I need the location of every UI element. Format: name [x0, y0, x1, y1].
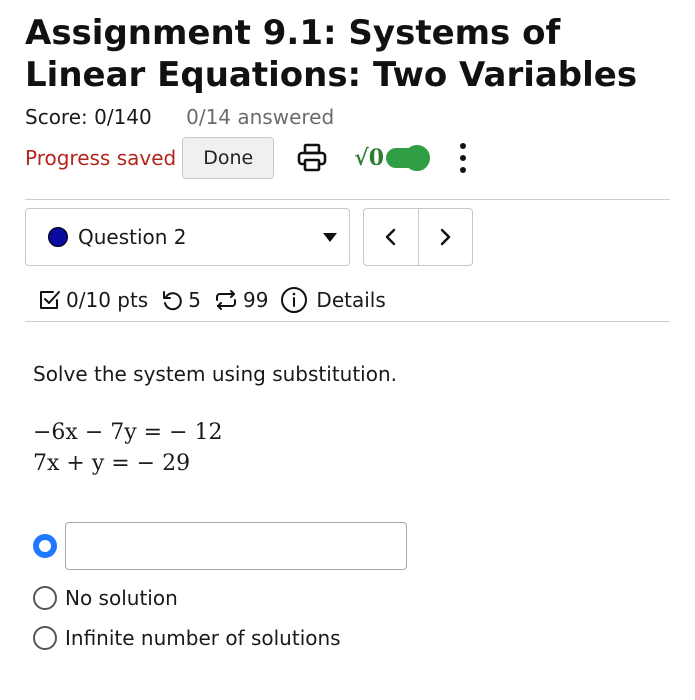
- divider: [25, 199, 670, 200]
- answer-input[interactable]: [65, 522, 407, 570]
- assignment-title: Assignment 9.1: Systems of Linear Equati…: [25, 13, 638, 95]
- question-status-dot: [48, 227, 68, 247]
- question-select-label: Question 2: [78, 225, 187, 249]
- next-question-button[interactable]: [419, 209, 473, 265]
- answer-option-no-solution: No solution: [33, 586, 178, 610]
- retries-item: 5: [160, 288, 201, 312]
- question-pager: [363, 208, 473, 266]
- answered-count: 0/14 answered: [186, 105, 335, 129]
- previous-question-button[interactable]: [364, 209, 419, 265]
- math-display-toggle[interactable]: √0: [354, 145, 431, 171]
- attempts-count: 99: [242, 288, 269, 312]
- option-label: No solution: [65, 586, 178, 610]
- score-line: Score: 0/140 0/14 answered: [25, 104, 334, 130]
- caret-down-icon: [323, 232, 337, 242]
- retries-count: 5: [188, 288, 201, 312]
- details-label: Details: [316, 288, 386, 312]
- done-button[interactable]: Done: [182, 137, 275, 179]
- toggle-switch[interactable]: [386, 145, 431, 171]
- answer-radio-1[interactable]: [33, 534, 57, 558]
- equation-2: 7x + y = − 29: [33, 451, 191, 476]
- chevron-left-icon: [385, 228, 395, 246]
- info-icon: [281, 287, 308, 313]
- more-vertical-icon[interactable]: [458, 143, 468, 173]
- details-link[interactable]: Details: [280, 286, 386, 314]
- answer-radio-3[interactable]: [33, 626, 57, 650]
- equation-1: −6x − 7y = − 12: [33, 420, 223, 445]
- option-label: Infinite number of solutions: [65, 626, 341, 650]
- answer-option-infinite: Infinite number of solutions: [33, 626, 341, 650]
- repeat-icon: [215, 290, 236, 310]
- progress-status: Progress saved: [25, 146, 177, 170]
- answer-option-input: [33, 522, 407, 570]
- toggle-knob: [404, 145, 431, 171]
- score-text: Score: 0/140: [25, 105, 152, 129]
- question-prompt: Solve the system using substitution.: [33, 362, 398, 386]
- divider: [25, 321, 670, 322]
- points-text: 0/10 pts: [66, 288, 149, 312]
- points-item: 0/10 pts: [38, 288, 148, 312]
- math-display-label: √0: [354, 145, 385, 171]
- toolbar: Progress saved Done √0: [25, 136, 468, 180]
- answer-radio-2[interactable]: [33, 586, 57, 610]
- print-icon[interactable]: [296, 142, 328, 174]
- attempts-item: 99: [213, 288, 268, 312]
- checkbox-icon: [40, 291, 60, 309]
- question-select[interactable]: Question 2: [25, 208, 350, 266]
- undo-icon: [163, 291, 183, 311]
- chevron-right-icon: [441, 228, 451, 246]
- question-meta: 0/10 pts 5 99 Details: [38, 283, 398, 317]
